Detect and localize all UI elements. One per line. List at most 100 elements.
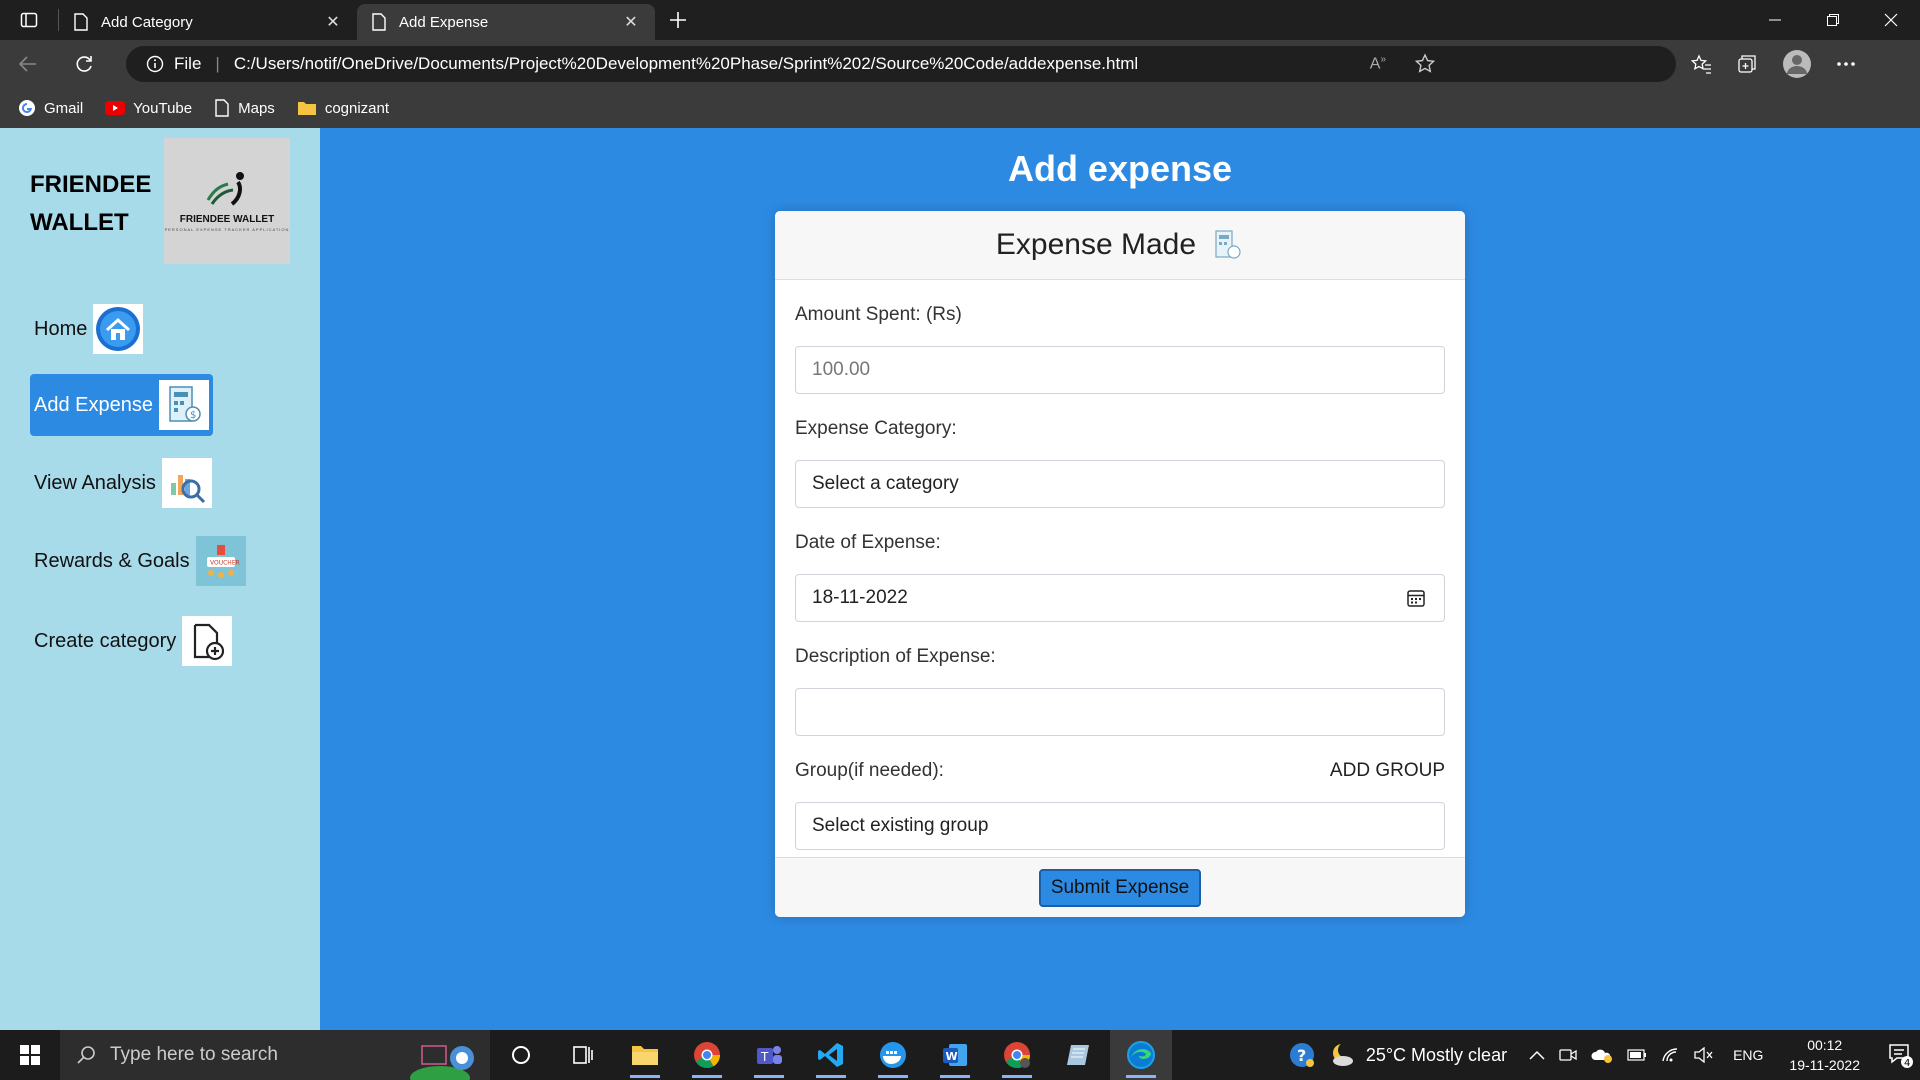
edge-icon: [1127, 1041, 1155, 1069]
search-icon: [77, 1046, 95, 1064]
favorites-icon[interactable]: [1690, 53, 1712, 75]
start-button[interactable]: [0, 1030, 60, 1080]
restore-icon: [1827, 14, 1839, 26]
refresh-button[interactable]: [56, 40, 112, 88]
chrome-icon: [1004, 1042, 1031, 1069]
analysis-icon: [161, 458, 212, 508]
group-select[interactable]: Select existing group: [795, 802, 1445, 850]
help-icon[interactable]: ?: [1288, 1041, 1316, 1069]
close-window-button[interactable]: [1862, 0, 1920, 40]
profile-icon[interactable]: [1782, 49, 1812, 79]
tab-actions-button[interactable]: [0, 0, 58, 40]
tab-add-category[interactable]: Add Category ✕: [59, 4, 357, 40]
sidebar-item-add-expense[interactable]: Add Expense $: [30, 374, 213, 436]
description-input[interactable]: [795, 688, 1445, 736]
sidebar-item-rewards-goals[interactable]: Rewards & Goals VOUCHER: [30, 530, 250, 592]
svg-text:$: $: [190, 410, 196, 421]
taskbar-app-notes[interactable]: [1048, 1030, 1110, 1080]
divider: |: [215, 54, 220, 73]
clock-date: 19-11-2022: [1789, 1057, 1860, 1073]
language-indicator[interactable]: ENG: [1733, 1047, 1763, 1063]
page-title: Add expense: [1007, 148, 1233, 189]
volume-muted-icon[interactable]: [1693, 1047, 1713, 1063]
page-icon: [74, 13, 88, 31]
back-button[interactable]: [0, 40, 56, 88]
google-icon: [19, 100, 35, 116]
date-input[interactable]: 18-11-2022: [795, 574, 1445, 622]
clock-time: 00:12: [1807, 1037, 1843, 1053]
weather-widget[interactable]: 25°C Mostly clear: [1328, 1041, 1507, 1069]
task-view-button[interactable]: [552, 1030, 614, 1080]
category-select[interactable]: Select a category: [795, 460, 1445, 508]
logo: FRIENDEE WALLET PERSONAL EXPENSE TRACKER…: [164, 138, 290, 264]
taskbar-app-word[interactable]: W: [924, 1030, 986, 1080]
brand-line: WALLET: [30, 209, 129, 236]
bookmark-maps[interactable]: Maps: [214, 99, 275, 117]
close-icon[interactable]: ✕: [621, 12, 641, 32]
notification-count: 4: [1904, 1058, 1910, 1068]
scheme-label: File: [174, 54, 202, 73]
add-group-link[interactable]: ADD GROUP: [1330, 760, 1445, 782]
amount-input[interactable]: 100.00: [795, 346, 1445, 394]
sidebar-item-view-analysis[interactable]: View Analysis: [30, 452, 216, 514]
clock[interactable]: 00:12 19-11-2022: [1789, 1035, 1860, 1075]
address-bar[interactable]: File | C:/Users/notif/OneDrive/Documents…: [126, 46, 1676, 82]
taskbar-app-teams[interactable]: T: [738, 1030, 800, 1080]
taskbar-app-file-explorer[interactable]: [614, 1030, 676, 1080]
sidebar-item-label: Add Expense: [34, 393, 153, 416]
minimize-button[interactable]: [1746, 0, 1804, 40]
logo-text: FRIENDEE WALLET: [179, 214, 275, 225]
tab-add-expense[interactable]: Add Expense ✕: [357, 4, 655, 40]
cortana-icon: [512, 1046, 530, 1064]
cortana-button[interactable]: [490, 1030, 552, 1080]
search-placeholder: Type here to search: [110, 1044, 278, 1065]
folder-icon: [297, 102, 316, 115]
notification-center-button[interactable]: 4: [1880, 1042, 1920, 1068]
taskbar-app-vscode[interactable]: [800, 1030, 862, 1080]
submit-expense-button[interactable]: Submit Expense: [1038, 868, 1202, 907]
new-tab-button[interactable]: [655, 0, 701, 40]
word-icon: W: [943, 1044, 967, 1066]
restore-button[interactable]: [1804, 0, 1862, 40]
home-icon: [93, 304, 144, 354]
bookmark-gmail[interactable]: Gmail: [18, 99, 83, 117]
calendar-icon[interactable]: [1406, 588, 1426, 608]
sidebar-item-home[interactable]: Home: [30, 298, 147, 360]
meet-now-icon[interactable]: [1559, 1047, 1577, 1063]
chevron-up-icon[interactable]: [1529, 1050, 1545, 1060]
taskbar-search[interactable]: Type here to search: [60, 1030, 490, 1080]
add-favorite-icon[interactable]: [1414, 53, 1436, 75]
taskbar-app-chrome-profile[interactable]: [986, 1030, 1048, 1080]
window-controls: [1746, 0, 1920, 40]
svg-text:T: T: [760, 1050, 769, 1064]
logo-subtext: PERSONAL EXPENSE TRACKER APPLICATION: [164, 227, 290, 232]
plus-icon: [670, 12, 686, 28]
info-icon: [146, 55, 164, 73]
sidebar-item-create-category[interactable]: Create category: [30, 610, 236, 672]
bookmark-label: Gmail: [44, 99, 84, 117]
collections-icon[interactable]: [1736, 53, 1758, 75]
taskbar-app-chrome[interactable]: [676, 1030, 738, 1080]
more-icon[interactable]: [1836, 61, 1856, 67]
svg-text:W: W: [946, 1050, 958, 1063]
close-icon: [1884, 13, 1898, 27]
expense-icon: $: [158, 380, 209, 430]
sidebar: FRIENDEE WALLET FRIENDEE WALLET PERSONAL…: [0, 128, 320, 1030]
date-label: Date of Expense:: [795, 532, 941, 553]
add-file-icon: [182, 616, 233, 666]
page-icon: [372, 13, 386, 31]
close-icon[interactable]: ✕: [323, 12, 343, 32]
bookmark-youtube[interactable]: YouTube: [105, 100, 192, 117]
tab-actions-icon: [20, 12, 38, 28]
wifi-icon[interactable]: [1661, 1047, 1679, 1063]
taskbar-app-docker[interactable]: [862, 1030, 924, 1080]
minimize-icon: [1769, 19, 1781, 21]
category-label: Expense Category:: [795, 418, 957, 439]
read-aloud-icon[interactable]: A»: [1370, 54, 1386, 73]
description-label: Description of Expense:: [795, 646, 996, 667]
taskbar-app-edge[interactable]: [1110, 1030, 1172, 1080]
battery-icon[interactable]: [1627, 1049, 1647, 1061]
tray-icons: ENG: [1529, 1047, 1763, 1063]
onedrive-icon[interactable]: [1591, 1047, 1613, 1063]
bookmark-cognizant[interactable]: cognizant: [297, 100, 389, 117]
